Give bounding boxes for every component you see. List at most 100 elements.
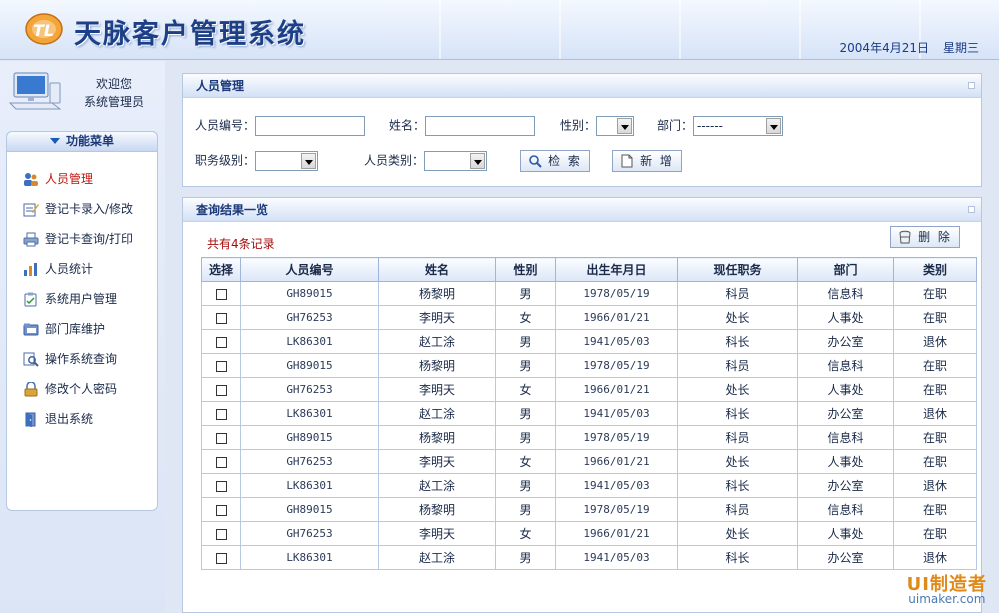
birthdate-cell: 1966/01/21 xyxy=(555,449,678,474)
birthdate-cell: 1966/01/21 xyxy=(555,521,678,546)
results-panel-header: 查询结果一览 xyxy=(183,198,981,222)
emp-id-cell: GH76253 xyxy=(240,305,379,330)
table-row: GH76253 李明天女 1966/01/21 处长 人事处 在职 xyxy=(201,305,977,330)
column-header: 人员编号 xyxy=(240,257,379,282)
row-checkbox[interactable] xyxy=(215,360,227,372)
row-checkbox[interactable] xyxy=(215,408,227,420)
dept-label: 部门： xyxy=(657,118,694,133)
position-cell: 科员 xyxy=(677,497,798,522)
table-row: GH89015 杨黎明男 1978/05/19 科员 信息科 在职 xyxy=(201,425,977,450)
select-cell xyxy=(201,329,241,354)
department-cell: 人事处 xyxy=(797,521,894,546)
column-header: 类别 xyxy=(893,257,977,282)
menu-item-label: 部门库维护 xyxy=(45,322,106,336)
search-button[interactable]: 检 索 xyxy=(520,150,590,172)
select-cell xyxy=(201,401,241,426)
grade-select[interactable] xyxy=(255,151,319,171)
row-checkbox[interactable] xyxy=(215,432,227,444)
welcome-user: 系统管理员 xyxy=(83,95,144,109)
add-button[interactable]: 新 增 xyxy=(612,150,682,172)
dropdown-arrow-icon xyxy=(470,153,486,169)
category-cell: 在职 xyxy=(893,305,977,330)
delete-button[interactable]: 删 除 xyxy=(890,226,960,248)
position-cell: 科长 xyxy=(677,329,798,354)
birthdate-cell: 1978/05/19 xyxy=(555,353,678,378)
position-cell: 科员 xyxy=(677,353,798,378)
row-checkbox[interactable] xyxy=(215,504,227,516)
clipboard-icon xyxy=(24,292,37,307)
row-checkbox[interactable] xyxy=(215,312,227,324)
edit-icon xyxy=(23,203,39,217)
menu-item-label: 人员统计 xyxy=(45,262,94,276)
row-checkbox[interactable] xyxy=(215,528,227,540)
menu-item-logout[interactable]: 退出系统 xyxy=(7,404,157,434)
welcome-text: 欢迎您 系统管理员 xyxy=(72,75,156,111)
emp-id-input[interactable] xyxy=(255,116,366,136)
row-checkbox[interactable] xyxy=(215,288,227,300)
menu-item-card-entry[interactable]: 登记卡录入/修改 xyxy=(7,194,157,224)
row-checkbox[interactable] xyxy=(215,456,227,468)
birthdate-cell: 1941/05/03 xyxy=(555,473,678,498)
name-cell: 李明天 xyxy=(378,377,496,402)
watermark-brand: UI制造者 xyxy=(906,574,987,595)
emp-id-cell: GH76253 xyxy=(240,521,379,546)
name-input[interactable] xyxy=(425,116,536,136)
menu-item-label: 登记卡查询/打印 xyxy=(45,232,134,246)
emp-id-cell: LK86301 xyxy=(240,545,379,570)
position-cell: 处长 xyxy=(677,521,798,546)
app-logo-icon: TL xyxy=(25,13,63,45)
menu-item-label: 退出系统 xyxy=(45,412,94,426)
row-checkbox[interactable] xyxy=(215,384,227,396)
position-cell: 科长 xyxy=(677,401,798,426)
menu-item-department-maintenance[interactable]: 部门库维护 xyxy=(7,314,157,344)
birthdate-cell: 1941/05/03 xyxy=(555,545,678,570)
name-cell: 杨黎明 xyxy=(378,353,496,378)
name-cell: 杨黎明 xyxy=(378,281,496,306)
table-row: GH89015 杨黎明男 1978/05/19 科员 信息科 在职 xyxy=(201,281,977,306)
row-checkbox[interactable] xyxy=(215,552,227,564)
row-checkbox[interactable] xyxy=(215,336,227,348)
menu-item-operation-query[interactable]: 操作系统查询 xyxy=(7,344,157,374)
menu-item-change-password[interactable]: 修改个人密码 xyxy=(7,374,157,404)
gender-cell: 男 xyxy=(495,545,556,570)
emp-id-cell: GH89015 xyxy=(240,425,379,450)
dept-select[interactable]: ------ xyxy=(693,116,784,136)
dropdown-arrow-icon xyxy=(766,118,782,134)
gender-cell: 女 xyxy=(495,449,556,474)
department-cell: 人事处 xyxy=(797,449,894,474)
gender-cell: 女 xyxy=(495,305,556,330)
panel-toggle-icon[interactable] xyxy=(968,206,975,213)
category-cell: 在职 xyxy=(893,425,977,450)
row-checkbox[interactable] xyxy=(215,480,227,492)
menu-item-statistics[interactable]: 人员统计 xyxy=(7,254,157,284)
dept-field-group: 部门： ------ xyxy=(657,116,784,136)
watermark-url: uimaker.com xyxy=(908,592,986,606)
menu-item-system-users[interactable]: 系统用户管理 xyxy=(7,284,157,314)
category-cell: 在职 xyxy=(893,521,977,546)
folder-icon xyxy=(23,323,39,336)
category-cell: 在职 xyxy=(893,377,977,402)
name-cell: 李明天 xyxy=(378,449,496,474)
menu-item-card-query[interactable]: 登记卡查询/打印 xyxy=(7,224,157,254)
menu-header[interactable]: 功能菜单 xyxy=(6,131,158,152)
gender-cell: 男 xyxy=(495,281,556,306)
welcome-box: 欢迎您 系统管理员 xyxy=(0,61,165,123)
category-select[interactable] xyxy=(424,151,488,171)
select-cell xyxy=(201,353,241,378)
gender-select[interactable] xyxy=(596,116,635,136)
position-cell: 科长 xyxy=(677,545,798,570)
emp-id-label: 人员编号： xyxy=(195,118,256,133)
department-cell: 信息科 xyxy=(797,353,894,378)
menu-item-personnel-management[interactable]: 人员管理 xyxy=(7,164,157,194)
category-cell: 退休 xyxy=(893,545,977,570)
birthdate-cell: 1966/01/21 xyxy=(555,305,678,330)
select-cell xyxy=(201,521,241,546)
delete-button-label: 删 除 xyxy=(918,230,952,244)
search-button-label: 检 索 xyxy=(548,154,582,168)
department-cell: 信息科 xyxy=(797,497,894,522)
panel-toggle-icon[interactable] xyxy=(968,82,975,89)
department-cell: 人事处 xyxy=(797,305,894,330)
category-field-group: 人员类别： xyxy=(364,151,488,171)
category-cell: 退休 xyxy=(893,329,977,354)
department-cell: 人事处 xyxy=(797,377,894,402)
